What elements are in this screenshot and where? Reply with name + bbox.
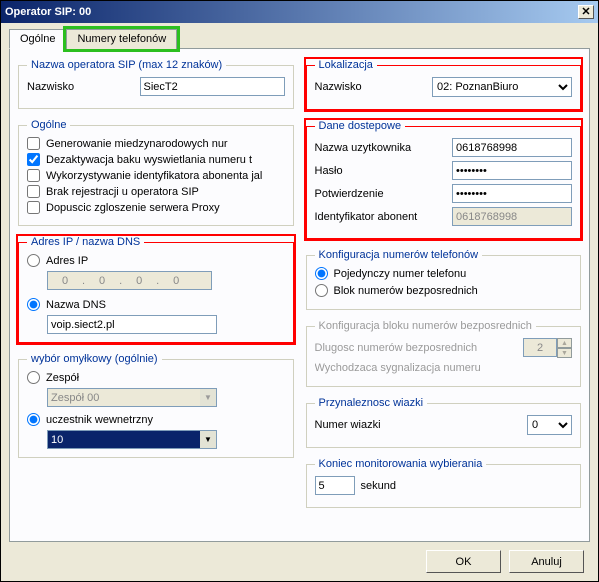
group-location: Lokalizacja Nazwisko 02: PoznanBiuro [306, 59, 582, 110]
group-credentials: Dane dostepowe Nazwa uzytkownika Hasło P… [306, 120, 582, 239]
group-number-config: Konfiguracja numerów telefonów Pojedyncz… [306, 249, 582, 310]
group-fallback: wybór omyłkowy (ogólnie) Zespół ▼ uczest… [18, 353, 294, 458]
close-icon[interactable]: ✕ [578, 5, 594, 19]
group-operator-name: Nazwa operatora SIP (max 12 znaków) Nazw… [18, 59, 294, 109]
legend-general: Ogólne [27, 119, 70, 131]
group-ip-dns: Adres IP / nazwa DNS Adres IP . . . Nazw… [18, 236, 294, 343]
input-monitor-seconds[interactable] [315, 476, 355, 495]
chk-clip-deactivate[interactable] [27, 153, 40, 166]
titlebar: Operator SIP: 00 ✕ [1, 1, 598, 23]
label-location: Nazwisko [315, 81, 427, 93]
group-dial-monitor: Koniec monitorowania wybierania sekund [306, 458, 582, 508]
input-confirm-password[interactable] [452, 184, 572, 203]
label-subscriber-id: Identyfikator abonent [315, 211, 447, 223]
radio-dns[interactable] [27, 298, 40, 311]
input-ip-address: . . . [47, 271, 212, 290]
legend-location: Lokalizacja [315, 59, 377, 71]
input-password[interactable] [452, 161, 572, 180]
input-subscriber-id [452, 207, 572, 226]
legend-bundle: Przynaleznosc wiazki [315, 397, 428, 409]
input-operator-name[interactable] [140, 77, 285, 96]
radio-internal-user[interactable] [27, 413, 40, 426]
label-op-name: Nazwisko [27, 81, 134, 93]
label-block-length: Dlugosc numerów bezposrednich [315, 342, 518, 354]
input-username[interactable] [452, 138, 572, 157]
ip-octet-1 [48, 272, 82, 289]
dialog-buttons: OK Anuluj [9, 542, 590, 573]
tab-panel-general: Nazwa operatora SIP (max 12 znaków) Nazw… [9, 48, 590, 542]
group-general-options: Ogólne Generowanie miedzynarodowych nur … [18, 119, 294, 226]
legend-fallback: wybór omyłkowy (ogólnie) [27, 353, 162, 365]
radio-ip[interactable] [27, 254, 40, 267]
ip-octet-2 [85, 272, 119, 289]
label-confirm: Potwierdzenie [315, 188, 447, 200]
group-bundle: Przynaleznosc wiazki Numer wiazki 0 [306, 397, 582, 448]
legend-dial-monitor: Koniec monitorowania wybierania [315, 458, 487, 470]
chevron-down-icon: ▼ [200, 388, 217, 407]
tab-strip: Ogólne Numery telefonów [9, 29, 590, 49]
chk-international[interactable] [27, 137, 40, 150]
legend-operator-name: Nazwa operatora SIP (max 12 znaków) [27, 59, 226, 71]
radio-number-block[interactable] [315, 284, 328, 297]
select-location[interactable]: 02: PoznanBiuro [432, 77, 572, 97]
ok-button[interactable]: OK [426, 550, 501, 573]
chk-use-subscriber-id[interactable] [27, 169, 40, 182]
window: Operator SIP: 00 ✕ Ogólne Numery telefon… [0, 0, 599, 582]
label-bundle-number: Numer wiazki [315, 419, 522, 431]
input-block-length [523, 338, 557, 357]
input-dns-name[interactable] [47, 315, 217, 334]
window-title: Operator SIP: 00 [5, 6, 578, 18]
label-username: Nazwa uzytkownika [315, 142, 447, 154]
select-internal-user[interactable] [47, 430, 200, 449]
chk-no-registration[interactable] [27, 185, 40, 198]
label-outgoing-signal: Wychodzaca sygnalizacja numeru [315, 362, 573, 374]
tab-phone-numbers[interactable]: Numery telefonów [66, 29, 177, 49]
legend-number-config: Konfiguracja numerów telefonów [315, 249, 483, 261]
chevron-down-icon[interactable]: ▼ [200, 430, 217, 449]
legend-credentials: Dane dostepowe [315, 120, 406, 132]
radio-team[interactable] [27, 371, 40, 384]
ip-octet-3 [122, 272, 156, 289]
legend-ip-dns: Adres IP / nazwa DNS [27, 236, 144, 248]
spin-up-icon: ▲ [557, 338, 572, 348]
label-password: Hasło [315, 165, 447, 177]
legend-block-config: Konfiguracja bloku numerów bezposrednich [315, 320, 536, 332]
ip-octet-4 [159, 272, 193, 289]
select-bundle-number[interactable]: 0 [527, 415, 572, 435]
cancel-button[interactable]: Anuluj [509, 550, 584, 573]
chk-allow-proxy[interactable] [27, 201, 40, 214]
group-block-config: Konfiguracja bloku numerów bezposrednich… [306, 320, 582, 387]
label-seconds-unit: sekund [361, 480, 396, 492]
radio-single-number[interactable] [315, 267, 328, 280]
select-team [47, 388, 200, 407]
spin-down-icon: ▼ [557, 348, 572, 358]
tab-general[interactable]: Ogólne [9, 29, 66, 49]
